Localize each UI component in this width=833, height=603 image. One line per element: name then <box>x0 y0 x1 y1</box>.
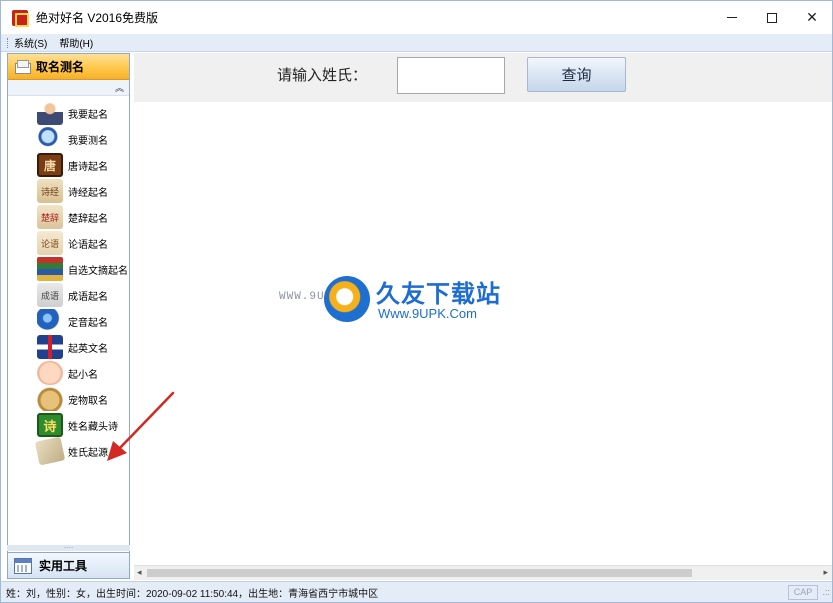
red-arrow-icon <box>107 391 175 461</box>
sidebar-item-chu-ci[interactable]: 楚辞 楚辞起名 <box>8 204 129 230</box>
sidebar-group-tools[interactable]: 实用工具 <box>7 552 130 579</box>
baby-icon <box>37 361 63 385</box>
sidebar-item-label: 起小名 <box>68 369 98 381</box>
title-bar: 绝对好名 V2016免费版 ✕ <box>1 1 832 34</box>
sidebar-group-naming[interactable]: 取名测名 <box>8 54 129 80</box>
sidebar-item-label: 成语起名 <box>68 291 108 303</box>
ancient-scroll-icon <box>34 436 66 466</box>
window-title: 绝对好名 V2016免费版 <box>36 11 159 25</box>
sidebar-item-my-naming[interactable]: 我要起名 <box>8 100 129 126</box>
surname-input[interactable] <box>397 57 505 94</box>
query-button[interactable]: 查询 <box>527 57 626 92</box>
tang-icon: 唐 <box>37 153 63 177</box>
sidebar-item-custom-excerpt[interactable]: 自选文摘起名 <box>8 256 129 282</box>
scroll-icon: 诗经 <box>37 179 63 203</box>
idiom-icon: 成语 <box>37 283 63 307</box>
scroll-icon: 楚辞 <box>37 205 63 229</box>
app-window: 绝对好名 V2016免费版 ✕ 系统(S) 帮助(H) 取名测名 ︽ 我要起名 <box>0 0 833 603</box>
sidebar-item-name-test[interactable]: 我要测名 <box>8 126 129 152</box>
sidebar-item-book-of-songs[interactable]: 诗经 诗经起名 <box>8 178 129 204</box>
sidebar-item-label: 我要测名 <box>68 135 108 147</box>
envelope-icon <box>14 59 31 74</box>
minimize-icon <box>727 17 737 18</box>
sidebar-item-label: 我要起名 <box>68 109 108 121</box>
person-icon <box>37 101 63 125</box>
collapse-up-icon[interactable]: ︽ <box>115 81 124 94</box>
poem-icon: 诗 <box>37 413 63 437</box>
sidebar-item-tone[interactable]: 定音起名 <box>8 308 129 334</box>
sidebar-item-label: 诗经起名 <box>68 187 108 199</box>
books-icon <box>37 257 63 281</box>
maximize-button[interactable] <box>752 1 792 34</box>
sidebar-item-label: 定音起名 <box>68 317 108 329</box>
sidebar-splitter[interactable]: ...... <box>7 544 130 551</box>
maximize-icon <box>767 12 777 23</box>
sidebar-item-label: 唐诗起名 <box>68 161 108 173</box>
scrollbar-thumb[interactable] <box>147 569 692 577</box>
main-content: 请输入姓氏： 查询 WWW.9UPK.COM 久友下载站 Www.9UPK.Co… <box>134 53 832 580</box>
sidebar-item-idiom[interactable]: 成语 成语起名 <box>8 282 129 308</box>
globe-icon <box>37 309 63 333</box>
scroll-left-icon[interactable]: ◂ <box>137 567 142 578</box>
dog-icon <box>37 387 63 411</box>
watermark-url: Www.9UPK.Com <box>378 306 477 321</box>
menu-help[interactable]: 帮助(H) <box>59 35 93 50</box>
caps-lock-indicator: CAP <box>788 585 818 600</box>
menu-system[interactable]: 系统(S) <box>14 35 47 50</box>
sidebar-item-label: 自选文摘起名 <box>68 265 128 277</box>
status-text: 姓：刘，性别：女，出生时间：2020-09-02 11:50:44，出生地：青海… <box>6 588 379 600</box>
scroll-right-icon[interactable]: ▸ <box>823 567 828 578</box>
sidebar-item-label: 起英文名 <box>68 343 108 355</box>
sidebar-item-tang-poem[interactable]: 唐 唐诗起名 <box>8 152 129 178</box>
sidebar-group-label: 取名测名 <box>36 60 85 74</box>
status-bar: 姓：刘，性别：女，出生时间：2020-09-02 11:50:44，出生地：青海… <box>1 581 832 602</box>
app-logo-icon <box>12 9 29 27</box>
magnifier-icon <box>37 127 63 151</box>
sidebar-item-analects[interactable]: 论语 论语起名 <box>8 230 129 256</box>
sidebar-group-label: 实用工具 <box>39 559 88 573</box>
close-button[interactable]: ✕ <box>792 1 832 34</box>
scroll-icon: 论语 <box>37 231 63 255</box>
resize-grip-icon[interactable]: .:: <box>822 587 830 597</box>
horizontal-scrollbar[interactable]: ◂ ▸ <box>134 565 832 580</box>
surname-label: 请输入姓氏： <box>277 66 368 84</box>
watermark-logo-icon <box>324 276 370 322</box>
close-icon: ✕ <box>806 9 818 25</box>
sidebar-item-english-name[interactable]: 起英文名 <box>8 334 129 360</box>
collapse-row: ︽ <box>8 80 129 96</box>
sidebar-item-nickname[interactable]: 起小名 <box>8 360 129 386</box>
query-bar: 请输入姓氏： 查询 <box>134 53 832 102</box>
calendar-icon <box>14 557 32 574</box>
minimize-button[interactable] <box>712 1 752 34</box>
sidebar-panel: 取名测名 ︽ 我要起名 我要测名 唐 唐诗起名 诗经 诗经起名 楚辞 楚辞起名 … <box>7 53 130 579</box>
window-controls: ✕ <box>712 1 832 34</box>
uk-flag-icon <box>37 335 63 359</box>
menu-grip-icon <box>7 37 10 48</box>
sidebar-item-label: 论语起名 <box>68 239 108 251</box>
watermark: WWW.9UPK.COM 久友下载站 Www.9UPK.Com <box>279 276 509 336</box>
watermark-title: 久友下载站 <box>376 281 501 308</box>
menu-bar: 系统(S) 帮助(H) <box>1 34 832 52</box>
sidebar-item-label: 楚辞起名 <box>68 213 108 225</box>
